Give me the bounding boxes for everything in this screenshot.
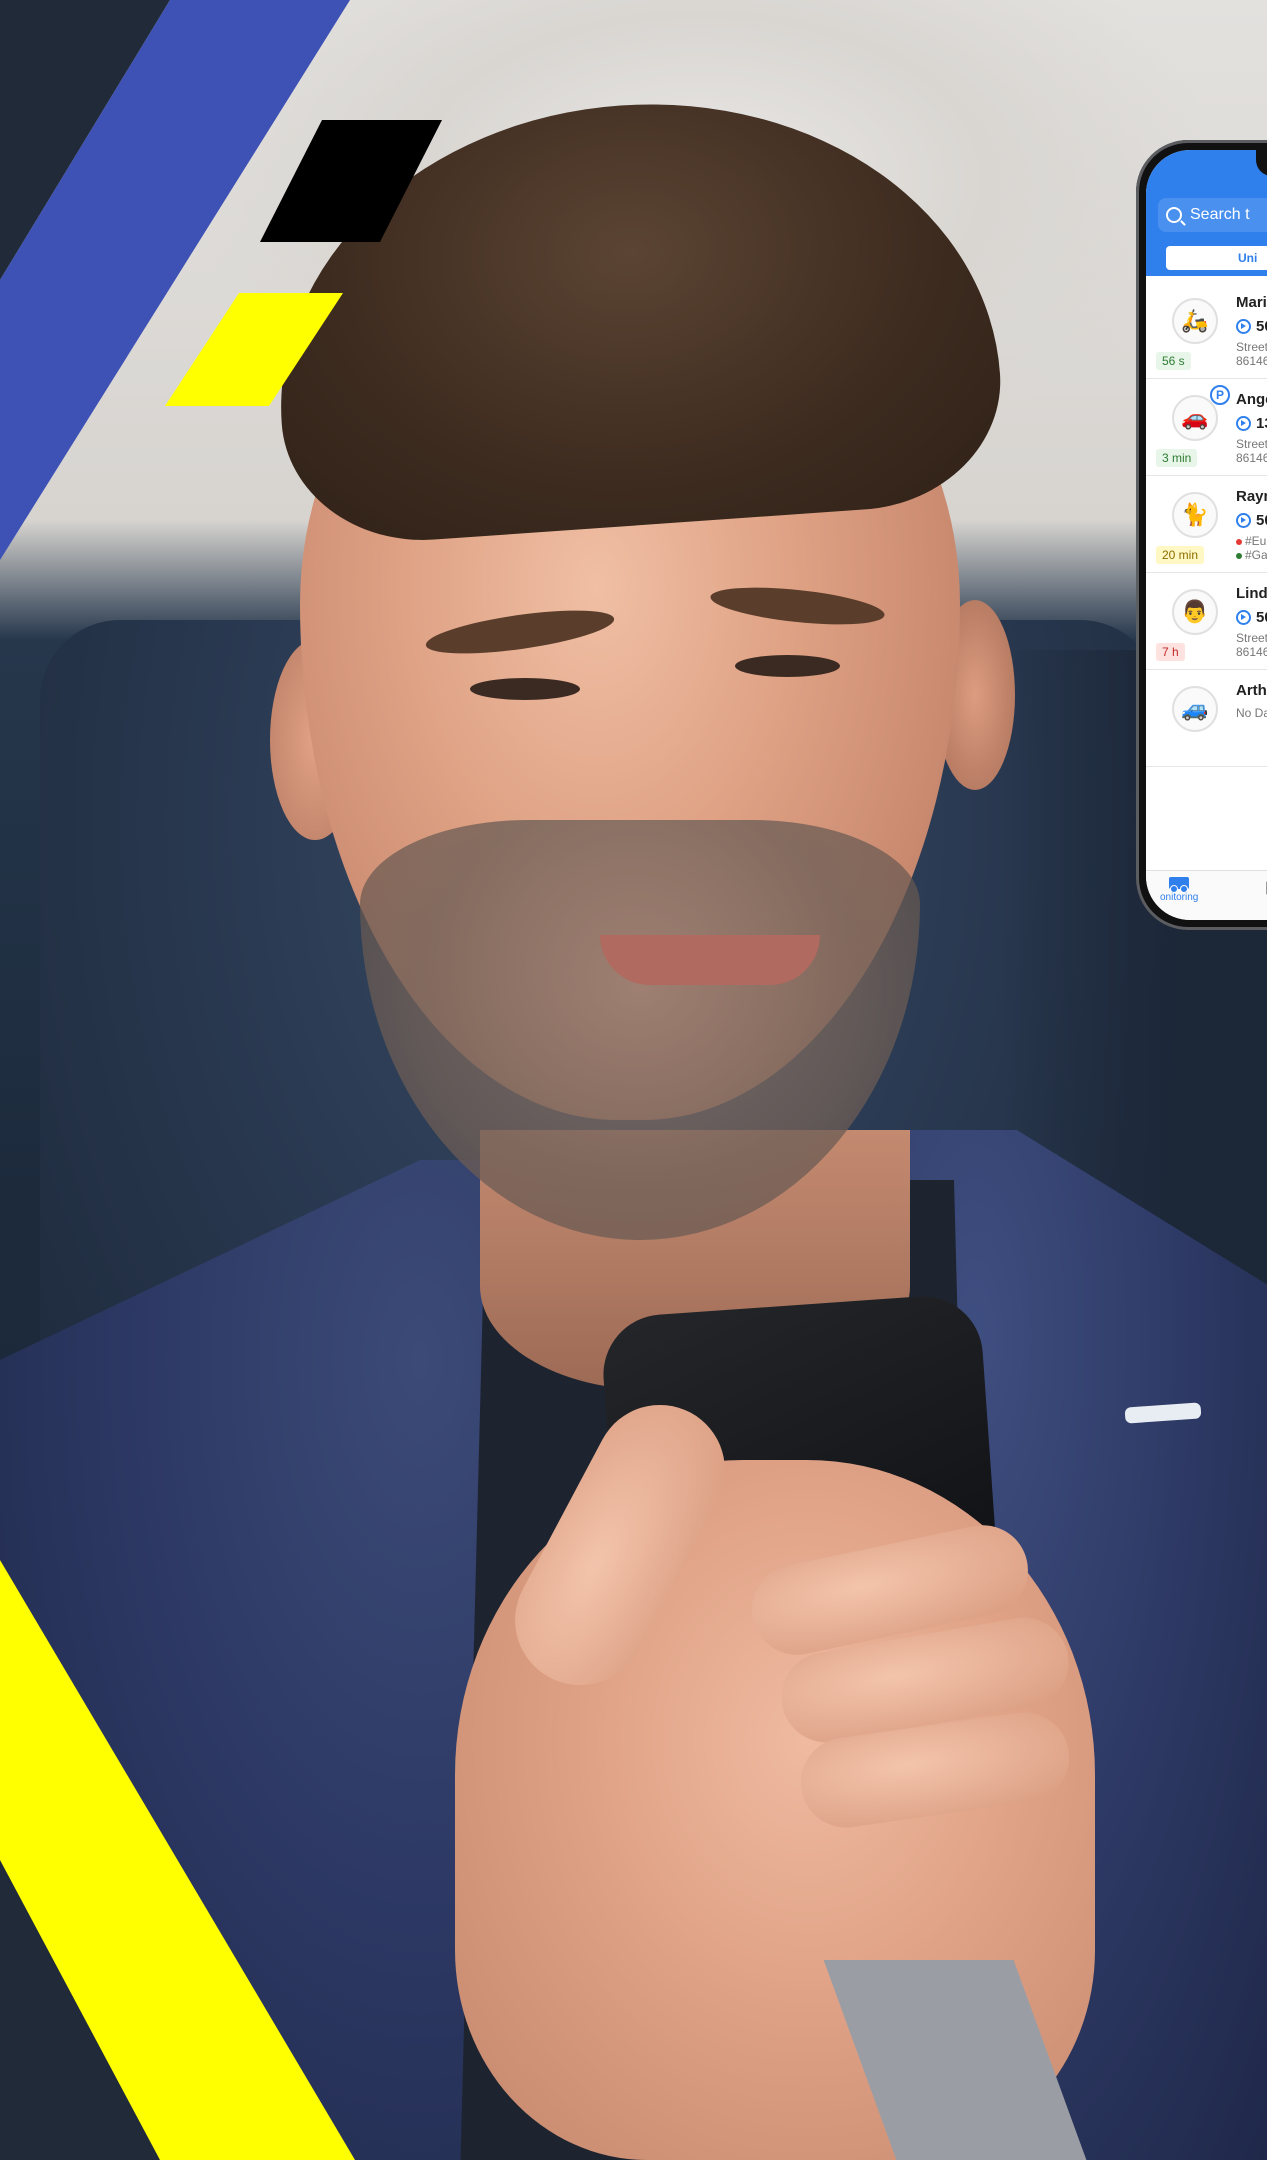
unit-icon-glyph: 🛵: [1181, 308, 1209, 333]
phone-screen: Search t Uni 🛵Maria50Street8614656 s🚗PAn…: [1146, 150, 1267, 920]
unit-speed: 13: [1236, 415, 1267, 432]
unit-speed: 50: [1236, 318, 1267, 335]
unit-name: Maria: [1236, 294, 1267, 311]
unit-name: Raym: [1236, 488, 1267, 505]
speed-icon: [1236, 513, 1251, 528]
unit-icon-glyph: 🚗: [1181, 405, 1209, 430]
eye-left: [470, 678, 580, 700]
speed-icon: [1236, 416, 1251, 431]
tab-monitoring[interactable]: onitoring: [1160, 877, 1198, 903]
eye-right: [735, 655, 840, 677]
unit-speed-value: 13: [1256, 415, 1267, 432]
unit-list: 🛵Maria50Street8614656 s🚗PAngel13Street86…: [1146, 282, 1267, 767]
unit-address-line2: 86146: [1236, 451, 1267, 465]
list-item[interactable]: 🚙 Arthu No Da: [1146, 670, 1267, 767]
tab-monitoring-label: onitoring: [1160, 892, 1199, 903]
unit-speed-value: 50: [1256, 512, 1267, 529]
unit-name: Angel: [1236, 391, 1267, 408]
status-dot: [1236, 538, 1242, 545]
unit-address: Street 86146: [1236, 340, 1267, 368]
search-bar[interactable]: Search t: [1158, 198, 1267, 232]
time-badge: 7 h: [1156, 643, 1185, 661]
unit-icon-glyph: 🐈: [1181, 502, 1209, 527]
smile: [600, 935, 820, 985]
search-placeholder: Search t: [1190, 206, 1250, 223]
unit-speed-value: 50: [1256, 318, 1267, 335]
car-icon: 🚗: [1172, 395, 1218, 441]
search-icon: [1166, 207, 1182, 223]
scooter-icon: 🛵: [1172, 298, 1218, 344]
unit-address-line1: Street: [1236, 340, 1267, 354]
status-dot: [1236, 552, 1242, 559]
person-icon: 👨: [1172, 589, 1218, 635]
time-badge: 20 min: [1156, 546, 1205, 564]
unit-address-line1: No Da: [1236, 706, 1267, 720]
app-header: Search t Uni: [1146, 150, 1267, 276]
unit-address: Street 86146: [1236, 631, 1267, 659]
promo-page: Search t Uni 🛵Maria50Street8614656 s🚗PAn…: [0, 0, 1267, 2160]
unit-address: #Eu #Ga: [1236, 534, 1267, 562]
list-item[interactable]: 🚗P Angel 13 Street86146 3 min: [1146, 379, 1267, 476]
unit-address: Street 86146: [1236, 437, 1267, 465]
bottom-tab-bar: onitoring: [1146, 870, 1267, 920]
tab-units-label: Uni: [1238, 251, 1258, 265]
unit-address-line2: 86146: [1236, 645, 1267, 659]
unit-speed: 50: [1236, 609, 1267, 626]
unit-icon-glyph: 👨: [1181, 599, 1209, 624]
list-item[interactable]: 🛵 Maria 50 Street86146 56 s: [1146, 282, 1267, 379]
cat-icon: 🐈: [1172, 492, 1218, 538]
unit-address: No Da: [1236, 706, 1267, 720]
parking-badge: P: [1210, 385, 1230, 405]
unit-address-line2: 86146: [1236, 354, 1267, 368]
speed-icon: [1236, 319, 1251, 334]
tab-units[interactable]: Uni: [1166, 246, 1267, 270]
time-badge: 3 min: [1156, 449, 1198, 467]
unit-address-line1: Street: [1236, 437, 1267, 451]
photo-background: [0, 0, 1267, 2160]
unit-speed-value: 50: [1256, 609, 1267, 626]
speed-icon: [1236, 610, 1251, 625]
unit-address-line1: #Eu: [1245, 534, 1267, 548]
unit-speed: 50: [1236, 512, 1267, 529]
car-icon: 🚙: [1172, 686, 1218, 732]
unit-name: Arthu: [1236, 682, 1267, 699]
phone-mockup: Search t Uni 🛵Maria50Street8614656 s🚗PAn…: [1136, 140, 1267, 930]
unit-name: Linda: [1236, 585, 1267, 602]
unit-icon-glyph: 🚙: [1181, 696, 1209, 721]
truck-icon: [1169, 877, 1190, 893]
list-item[interactable]: 🐈 Raym 50 #Eu#Ga 20 min: [1146, 476, 1267, 573]
unit-address-line2: #Ga: [1245, 548, 1267, 562]
list-item[interactable]: 👨 Linda 50 Street86146 7 h: [1146, 573, 1267, 670]
time-badge: 56 s: [1156, 352, 1191, 370]
unit-address-line1: Street: [1236, 631, 1267, 645]
